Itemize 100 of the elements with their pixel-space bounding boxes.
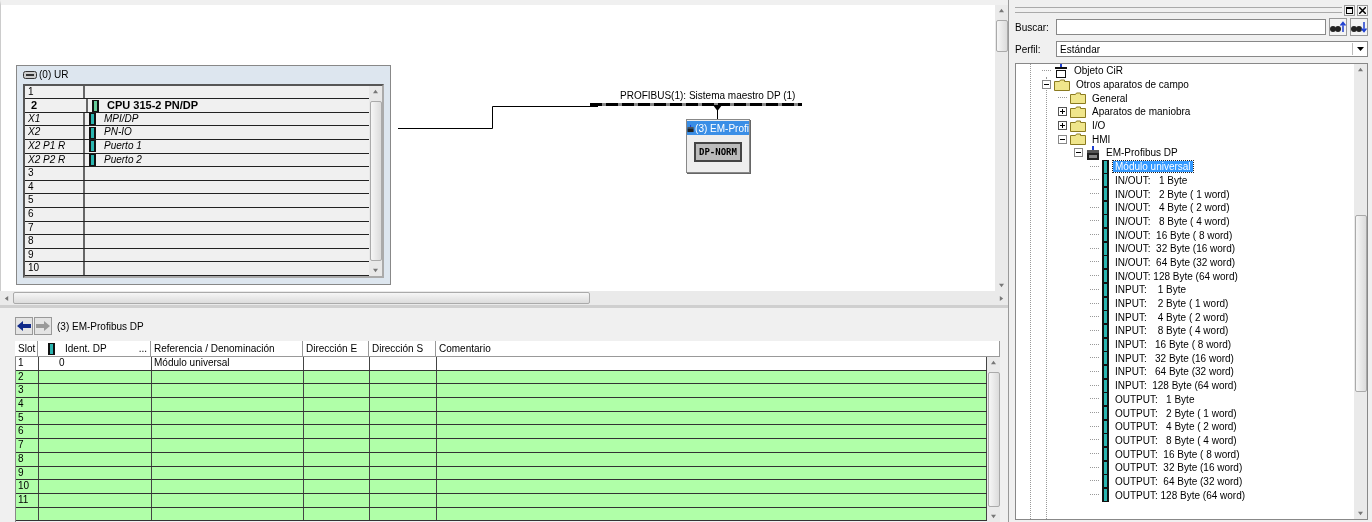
- tree-item[interactable]: INPUT: 1 Byte: [1113, 284, 1189, 296]
- scroll-arrow-icon[interactable]: [991, 360, 996, 365]
- tree-item[interactable]: INPUT: 128 Byte (64 word): [1113, 380, 1239, 392]
- table-row[interactable]: 10: [16, 480, 987, 494]
- slot-cell: 2: [25, 99, 88, 112]
- rack-title: (0) UR: [39, 69, 69, 81]
- profile-dropdown[interactable]: Estándar: [1056, 41, 1368, 57]
- module-cell[interactable]: Puerto 2: [104, 153, 142, 167]
- tree-item[interactable]: IN/OUT: 1 Byte: [1113, 174, 1190, 186]
- folder-icon: [1070, 133, 1086, 146]
- table-cell: 4: [16, 398, 39, 411]
- tree-item[interactable]: IN/OUT: 32 Byte (16 word): [1113, 243, 1238, 255]
- dropdown-arrow-icon: [1356, 47, 1364, 51]
- tree-item[interactable]: IN/OUT: 4 Byte ( 2 word): [1113, 202, 1232, 214]
- scroll-arrow-icon[interactable]: [999, 283, 1004, 288]
- tree-item[interactable]: OUTPUT: 128 Byte (64 word): [1113, 489, 1248, 501]
- scroll-arrow-icon[interactable]: [4, 295, 9, 301]
- slot-cell: 7: [25, 221, 85, 235]
- tree-item[interactable]: OUTPUT: 32 Byte (16 word): [1113, 462, 1245, 474]
- scroll-thumb[interactable]: [13, 292, 590, 304]
- vertical-scrollbar[interactable]: [995, 5, 1008, 291]
- collapse-icon[interactable]: [1074, 148, 1083, 158]
- tree-item[interactable]: Objeto CiR: [1072, 65, 1125, 77]
- scroll-arrow-icon[interactable]: [999, 8, 1004, 13]
- collapse-icon[interactable]: [1058, 134, 1067, 144]
- tree-item[interactable]: Otros aparatos de campo: [1074, 79, 1191, 91]
- table-cell: 1: [16, 357, 39, 370]
- rack-window[interactable]: (0) UR 1 2 CPU 315-2 PN/DP X1 MPI/DP X2 PN-IO X2 P1 R Puerto 1 X2 P2 R Puerto 2 3 4 5 6 7 8 9 10: [16, 65, 391, 285]
- tree-item[interactable]: OUTPUT: 64 Byte (32 word): [1113, 475, 1245, 487]
- close-button[interactable]: [1357, 4, 1368, 16]
- vertical-scrollbar[interactable]: [1354, 64, 1367, 519]
- table-row[interactable]: 7: [16, 439, 987, 453]
- table-cell: 11: [16, 493, 39, 507]
- more-button[interactable]: ...: [138, 343, 150, 354]
- tree-item[interactable]: INPUT: 16 Byte ( 8 word): [1113, 339, 1234, 351]
- table-cell: 8: [16, 452, 39, 466]
- tree-item[interactable]: IN/OUT: 128 Byte (64 word): [1113, 270, 1240, 282]
- tree-item[interactable]: EM-Profibus DP: [1104, 147, 1180, 159]
- tree-item[interactable]: OUTPUT: 4 Byte ( 2 word): [1113, 421, 1239, 433]
- collapse-icon[interactable]: [1042, 80, 1051, 90]
- vertical-scrollbar[interactable]: [987, 357, 1000, 522]
- table-row[interactable]: 1 0 Módulo universal: [16, 357, 987, 371]
- back-button[interactable]: [15, 317, 33, 335]
- tree-item[interactable]: INPUT: 4 Byte ( 2 word): [1113, 311, 1231, 323]
- tree-item[interactable]: OUTPUT: 16 Byte ( 8 word): [1113, 448, 1242, 460]
- tree-item[interactable]: INPUT: 2 Byte ( 1 word): [1113, 298, 1231, 310]
- slot-cell: 9: [25, 248, 85, 262]
- tree-item[interactable]: IN/OUT: 16 Byte ( 8 word): [1113, 229, 1235, 241]
- scroll-arrow-icon[interactable]: [991, 514, 996, 519]
- tree-item[interactable]: Aparatos de maniobra: [1090, 106, 1193, 118]
- slot-cell: 1: [25, 85, 85, 99]
- tree-item[interactable]: IN/OUT: 64 Byte (32 word): [1113, 256, 1238, 268]
- tree-item[interactable]: IN/OUT: 8 Byte ( 4 word): [1113, 215, 1232, 227]
- module-cell[interactable]: CPU 315-2 PN/DP: [107, 99, 199, 112]
- vertical-scrollbar[interactable]: [369, 85, 382, 276]
- column-header[interactable]: Ident. DP ...: [38, 341, 151, 356]
- scroll-arrow-icon[interactable]: [373, 88, 378, 94]
- scroll-arrow-icon[interactable]: [1358, 67, 1363, 72]
- module-cell[interactable]: Puerto 1: [104, 140, 142, 153]
- table-row[interactable]: 3: [16, 384, 987, 399]
- restore-button[interactable]: [1344, 4, 1355, 16]
- bus-drop-line: [713, 105, 722, 121]
- tree-item[interactable]: OUTPUT: 1 Byte: [1113, 393, 1197, 405]
- scroll-thumb[interactable]: [995, 20, 1008, 52]
- expand-icon[interactable]: [1058, 121, 1067, 131]
- tree-item[interactable]: I/O: [1090, 120, 1108, 132]
- scroll-arrow-icon[interactable]: [373, 268, 378, 273]
- search-down-button[interactable]: [1350, 18, 1368, 36]
- column-header[interactable]: Referencia / Denominación: [151, 341, 303, 356]
- tree-item[interactable]: OUTPUT: 2 Byte ( 1 word): [1113, 407, 1239, 419]
- horizontal-scrollbar[interactable]: [0, 291, 1008, 308]
- tree-item[interactable]: OUTPUT: 8 Byte ( 4 word): [1113, 434, 1239, 446]
- column-header[interactable]: Slot: [15, 341, 38, 356]
- module-cell[interactable]: MPI/DP: [104, 112, 139, 126]
- tree-item[interactable]: HMI: [1090, 133, 1113, 145]
- station-node[interactable]: (3) EM-Profi DP-NORM: [686, 119, 750, 173]
- table-row[interactable]: 6: [16, 425, 987, 440]
- scroll-thumb[interactable]: [987, 372, 1000, 507]
- tree-item[interactable]: IN/OUT: 2 Byte ( 1 word): [1113, 188, 1232, 200]
- tree-item[interactable]: INPUT: 32 Byte (16 word): [1113, 352, 1236, 364]
- dp-module-button[interactable]: DP-NORM: [694, 142, 742, 162]
- tree-item[interactable]: General: [1090, 92, 1130, 104]
- scroll-arrow-icon[interactable]: [999, 295, 1004, 301]
- column-header[interactable]: Dirección E: [303, 341, 369, 356]
- expand-icon[interactable]: [1058, 107, 1067, 117]
- scroll-thumb[interactable]: [1354, 215, 1367, 392]
- table-cell: 9: [16, 466, 39, 480]
- tree-item[interactable]: INPUT: 8 Byte ( 4 word): [1113, 325, 1231, 337]
- column-header[interactable]: Comentario: [436, 341, 1000, 356]
- table-row[interactable]: 4: [16, 398, 987, 412]
- module-cell[interactable]: PN-IO: [104, 126, 132, 140]
- search-up-button[interactable]: [1329, 18, 1347, 36]
- scroll-arrow-icon[interactable]: [1358, 511, 1363, 516]
- scroll-thumb[interactable]: [369, 100, 382, 261]
- table-cell: Módulo universal: [152, 357, 304, 370]
- search-field[interactable]: [1056, 19, 1326, 35]
- table-cell: 5: [16, 411, 39, 425]
- column-header[interactable]: Dirección S: [369, 341, 436, 356]
- tree-item[interactable]: INPUT: 64 Byte (32 word): [1113, 366, 1236, 378]
- table-cell: 0: [39, 357, 152, 370]
